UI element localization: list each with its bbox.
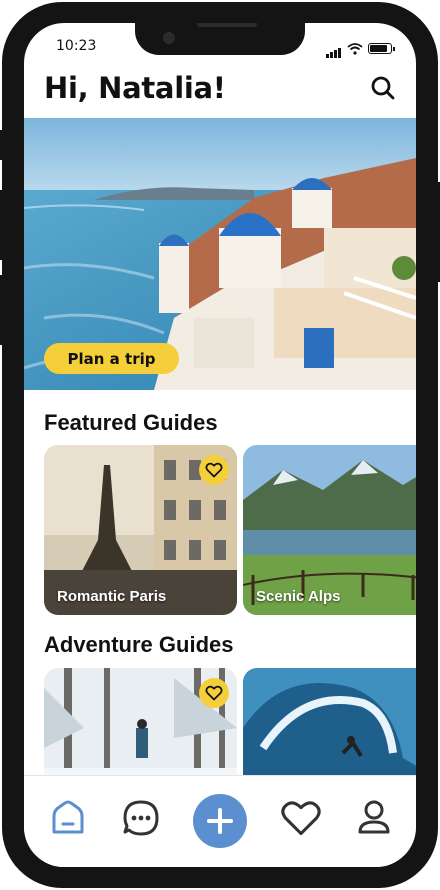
tab-favorites[interactable] [279, 796, 323, 840]
chat-icon [123, 800, 159, 836]
side-button [434, 182, 440, 282]
side-button [0, 275, 6, 345]
home-icon [52, 800, 84, 834]
battery-icon [368, 43, 395, 54]
wifi-icon [347, 42, 363, 55]
plan-trip-button[interactable]: Plan a trip [44, 343, 179, 374]
favorite-button[interactable] [199, 678, 229, 708]
camera [163, 32, 175, 44]
tab-bar [24, 775, 416, 867]
status-time: 10:23 [56, 38, 97, 54]
speaker [197, 23, 257, 27]
search-icon [371, 76, 395, 100]
phone-screen: 10:23 Hi, Natalia! Plan a trip Featured … [24, 23, 416, 867]
heart-icon [205, 462, 223, 478]
page-title: Hi, Natalia! [44, 71, 226, 105]
tab-home[interactable] [46, 796, 90, 840]
guide-card-alps[interactable]: Scenic Alps [243, 445, 416, 615]
search-button[interactable] [368, 73, 398, 103]
guide-card-paris[interactable]: Romantic Paris [44, 445, 237, 615]
signal-icon [326, 39, 342, 58]
section-title-featured: Featured Guides [44, 410, 218, 435]
heart-icon [205, 685, 223, 701]
status-icons [326, 39, 395, 58]
section-title-adventure: Adventure Guides [44, 632, 234, 657]
tab-profile[interactable] [352, 796, 396, 840]
heart-icon [281, 801, 321, 836]
side-button [0, 190, 6, 260]
side-button [0, 130, 6, 160]
add-icon [207, 808, 233, 834]
add-button[interactable] [193, 794, 247, 848]
card-label: Scenic Alps [256, 588, 341, 605]
profile-icon [358, 800, 390, 834]
tab-chat[interactable] [119, 796, 163, 840]
hero-image[interactable]: Plan a trip [24, 118, 416, 390]
notch [135, 23, 305, 55]
favorite-button[interactable] [199, 455, 229, 485]
card-label: Romantic Paris [57, 588, 167, 605]
